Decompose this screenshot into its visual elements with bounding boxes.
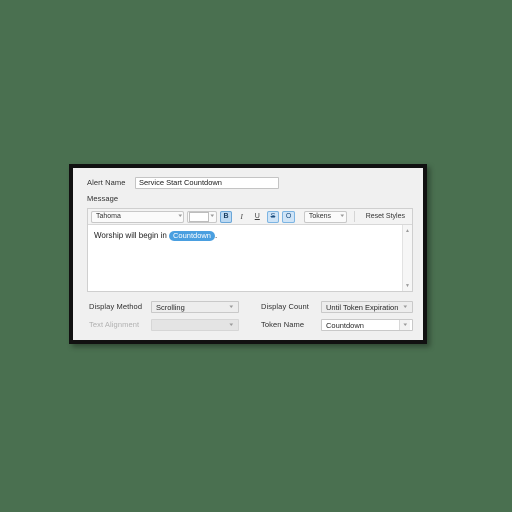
alert-name-row: Alert Name	[87, 176, 413, 189]
display-method-dropdown[interactable]: Scrolling ▾	[151, 301, 239, 313]
display-method-value: Scrolling	[156, 302, 185, 312]
font-family-value: Tahoma	[96, 213, 121, 220]
dialog-body: Alert Name Message Tahoma ▾ ▾ B I U S O	[73, 168, 423, 340]
token-name-row: Token Name Countdown ▾	[261, 319, 413, 331]
strikethrough-button[interactable]: S	[266, 210, 280, 223]
scroll-up-icon[interactable]: ▲	[403, 226, 412, 235]
options-column-left: Display Method Scrolling ▾ Text Alignmen…	[89, 301, 261, 331]
underline-button[interactable]: U	[251, 211, 264, 223]
outline-button[interactable]: O	[282, 210, 295, 223]
message-scrollbar[interactable]: ▲ ▼	[402, 225, 412, 291]
tokens-dropdown[interactable]: Tokens ▾	[303, 210, 347, 223]
font-family-dropdown[interactable]: Tahoma ▾	[91, 210, 185, 223]
display-method-label: Display Method	[89, 302, 143, 311]
chevron-down-icon: ▾	[229, 303, 233, 310]
font-color-picker[interactable]: ▾	[187, 210, 217, 223]
token-name-label: Token Name	[261, 320, 305, 329]
display-method-row: Display Method Scrolling ▾	[89, 301, 261, 313]
text-alignment-dropdown: ▾	[151, 319, 239, 331]
message-text-after: .	[214, 231, 218, 240]
reset-styles-button[interactable]: Reset Styles	[362, 213, 409, 220]
tokens-label: Tokens	[308, 213, 332, 220]
scroll-down-icon[interactable]: ▼	[403, 281, 412, 290]
token-name-value: Countdown	[326, 320, 364, 330]
message-text-before: Worship will begin in	[94, 231, 167, 240]
toolbar-separator	[353, 211, 355, 222]
alert-editor-window: Alert Name Message Tahoma ▾ ▾ B I U S O	[69, 164, 427, 344]
display-count-label: Display Count	[261, 302, 309, 311]
chevron-down-icon: ▾	[210, 213, 215, 219]
countdown-token-pill[interactable]: Countdown	[169, 231, 215, 241]
text-alignment-row: Text Alignment ▾	[89, 319, 261, 331]
options-area: Display Method Scrolling ▾ Text Alignmen…	[87, 301, 413, 331]
editor-toolbar: Tahoma ▾ ▾ B I U S O Tokens ▾ Reset Styl…	[88, 209, 412, 225]
message-textarea[interactable]: Worship will begin in Countdown.	[88, 225, 402, 291]
chevron-down-icon: ▾	[403, 303, 407, 310]
message-editor: Tahoma ▾ ▾ B I U S O Tokens ▾ Reset Styl…	[87, 208, 413, 292]
chevron-down-icon: ▾	[229, 321, 233, 328]
message-label: Message	[87, 194, 119, 203]
display-count-value: Until Token Expiration	[326, 302, 399, 312]
text-alignment-label: Text Alignment	[89, 320, 140, 329]
bold-button[interactable]: B	[219, 210, 233, 223]
chevron-down-icon: ▾	[340, 213, 345, 219]
alert-name-input[interactable]	[135, 176, 279, 189]
font-color-swatch	[189, 211, 210, 222]
display-count-row: Display Count Until Token Expiration ▾	[261, 301, 413, 313]
token-name-combobox[interactable]: Countdown ▾	[321, 319, 413, 331]
italic-button[interactable]: I	[235, 211, 248, 223]
alert-name-label: Alert Name	[87, 177, 126, 187]
chevron-down-icon: ▾	[178, 213, 182, 219]
display-count-dropdown[interactable]: Until Token Expiration ▾	[321, 301, 413, 313]
message-area-wrap: Worship will begin in Countdown. ▲ ▼	[88, 225, 412, 291]
options-column-right: Display Count Until Token Expiration ▾ T…	[261, 301, 413, 331]
chevron-down-icon: ▾	[403, 321, 407, 328]
